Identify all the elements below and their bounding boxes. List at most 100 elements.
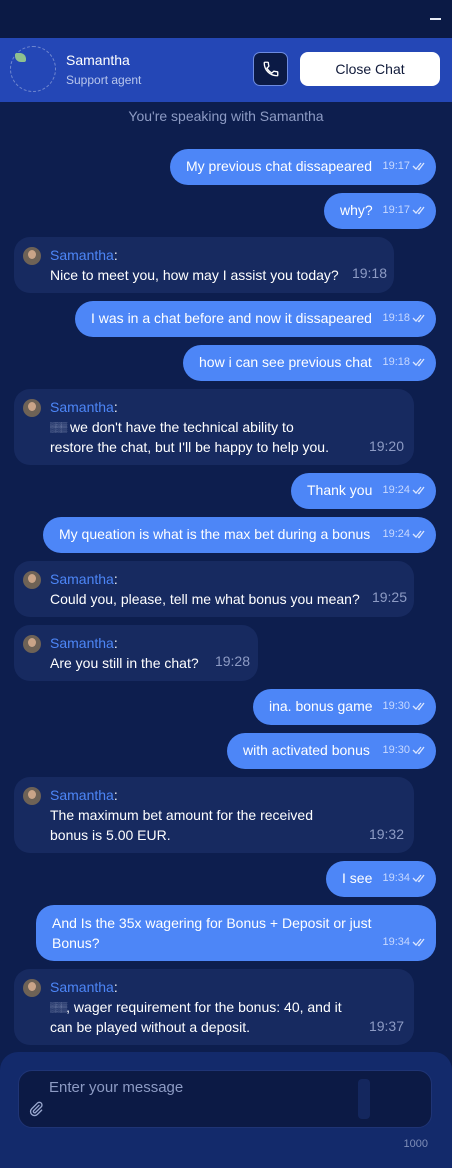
user-message: I see 19:34 <box>326 861 436 897</box>
message-time: 19:28 <box>214 653 250 669</box>
message-time: 19:18 <box>382 356 410 368</box>
phone-icon <box>263 61 278 77</box>
double-check-icon <box>412 206 425 215</box>
call-button[interactable] <box>253 52 288 86</box>
user-message: My queation is what is the max bet durin… <box>43 517 436 553</box>
message-text: can be played without a deposit. <box>50 1019 251 1035</box>
sender-name: Samantha <box>50 571 114 587</box>
message-text: My queation is what is the max bet durin… <box>59 526 371 542</box>
double-check-icon <box>412 486 425 495</box>
message-time: 19:32 <box>368 826 404 842</box>
sender-name: Samantha <box>50 399 114 415</box>
character-counter: 1000 <box>403 1138 428 1150</box>
close-chat-button[interactable]: Close Chat <box>300 52 440 86</box>
paperclip-icon[interactable] <box>28 1101 44 1117</box>
agent-mini-avatar <box>23 571 41 589</box>
redacted-mark: ▒▒▒ <box>50 422 67 432</box>
message-text: how i can see previous chat <box>199 354 372 370</box>
message-time: 19:18 <box>382 312 410 324</box>
message-time: 19:30 <box>382 744 410 756</box>
user-message: with activated bonus 19:30 <box>227 733 436 769</box>
agent-mini-avatar <box>23 399 41 417</box>
double-check-icon <box>412 314 425 323</box>
agent-avatar <box>10 46 56 92</box>
double-check-icon <box>412 746 425 755</box>
message-meta: 19:17 <box>382 156 428 176</box>
message-text: My previous chat dissapeared <box>186 158 372 174</box>
user-message: Thank you 19:24 <box>291 473 436 509</box>
message-text: , wager requirement for the bonus: 40, a… <box>66 999 342 1015</box>
message-text: The maximum bet amount for the received <box>50 807 314 823</box>
message-meta: 19:24 <box>382 480 428 500</box>
agent-mini-avatar <box>23 247 41 265</box>
message-meta: 19:18 <box>382 308 428 328</box>
message-time: 19:25 <box>371 589 407 605</box>
user-message: I was in a chat before and now it dissap… <box>75 301 436 337</box>
message-text: bonus is 5.00 EUR. <box>50 827 171 843</box>
double-check-icon <box>412 162 425 171</box>
message-text: Bonus? <box>52 935 100 951</box>
message-time: 19:24 <box>382 528 410 540</box>
agent-message: Samantha: Nice to meet you, how may I as… <box>14 237 394 293</box>
agent-mini-avatar <box>23 635 41 653</box>
message-composer: 1000 <box>0 1052 452 1168</box>
message-meta: 19:34 <box>382 868 428 888</box>
message-text: I see <box>342 870 373 886</box>
double-check-icon <box>412 530 425 539</box>
message-time: 19:34 <box>382 936 410 948</box>
agent-name: Samantha <box>66 52 130 68</box>
agent-message: Samantha: Are you still in the chat? 19:… <box>14 625 258 681</box>
message-text: I was in a chat before and now it dissap… <box>91 310 372 326</box>
agent-message: Samantha: Could you, please, tell me wha… <box>14 561 414 617</box>
user-message: ina. bonus game 19:30 <box>253 689 436 725</box>
message-text: Nice to meet you, how may I assist you t… <box>50 267 339 283</box>
message-text: with activated bonus <box>243 742 370 758</box>
message-text: Could you, please, tell me what bonus yo… <box>50 591 360 607</box>
double-check-icon <box>412 702 425 711</box>
message-time: 19:34 <box>382 872 410 884</box>
message-input-box[interactable] <box>18 1070 432 1128</box>
agent-mini-avatar <box>23 979 41 997</box>
agent-message: Samantha: ▒▒▒, wager requirement for the… <box>14 969 414 1045</box>
message-text: And Is the 35x wagering for Bonus + Depo… <box>52 915 372 931</box>
double-check-icon <box>412 874 425 883</box>
user-message: And Is the 35x wagering for Bonus + Depo… <box>36 905 436 961</box>
double-check-icon <box>412 358 425 367</box>
user-message: why? 19:17 <box>324 193 436 229</box>
message-meta: 19:17 <box>382 200 428 220</box>
message-meta: 19:18 <box>382 352 428 372</box>
minimize-icon[interactable] <box>430 18 441 20</box>
message-text: we don't have the technical ability to <box>70 419 294 435</box>
message-meta: 19:30 <box>382 740 428 760</box>
message-time: 19:30 <box>382 700 410 712</box>
sender-name: Samantha <box>50 635 114 651</box>
message-time: 19:17 <box>382 204 410 216</box>
agent-info: Samantha Support agent <box>66 52 141 87</box>
message-time: 19:17 <box>382 160 410 172</box>
speaking-notice: You're speaking with Samantha <box>128 108 324 124</box>
message-meta: 19:30 <box>382 696 428 716</box>
message-time: 19:20 <box>368 438 404 454</box>
message-text: Thank you <box>307 482 373 498</box>
double-check-icon <box>412 938 425 947</box>
user-message: My previous chat dissapeared 19:17 <box>170 149 436 185</box>
agent-mini-avatar <box>23 787 41 805</box>
message-time: 19:37 <box>368 1018 404 1034</box>
message-time: 19:24 <box>382 484 410 496</box>
send-button[interactable] <box>358 1079 370 1119</box>
message-text: why? <box>340 202 373 218</box>
agent-message: Samantha: The maximum bet amount for the… <box>14 777 414 853</box>
user-message: how i can see previous chat 19:18 <box>183 345 436 381</box>
message-time: 19:18 <box>351 265 387 281</box>
agent-role: Support agent <box>66 73 142 87</box>
message-input[interactable] <box>49 1079 349 1109</box>
top-bar <box>0 0 452 38</box>
message-text: ina. bonus game <box>269 698 373 714</box>
sender-name: Samantha <box>50 787 114 803</box>
sender-name: Samantha <box>50 247 114 263</box>
redacted-mark: ▒▒▒ <box>50 1002 67 1012</box>
sender-name: Samantha <box>50 979 114 995</box>
message-text: restore the chat, but I'll be happy to h… <box>50 439 329 455</box>
chat-header: Samantha Support agent Close Chat <box>0 38 452 102</box>
agent-message: Samantha: ▒▒▒ we don't have the technica… <box>14 389 414 465</box>
